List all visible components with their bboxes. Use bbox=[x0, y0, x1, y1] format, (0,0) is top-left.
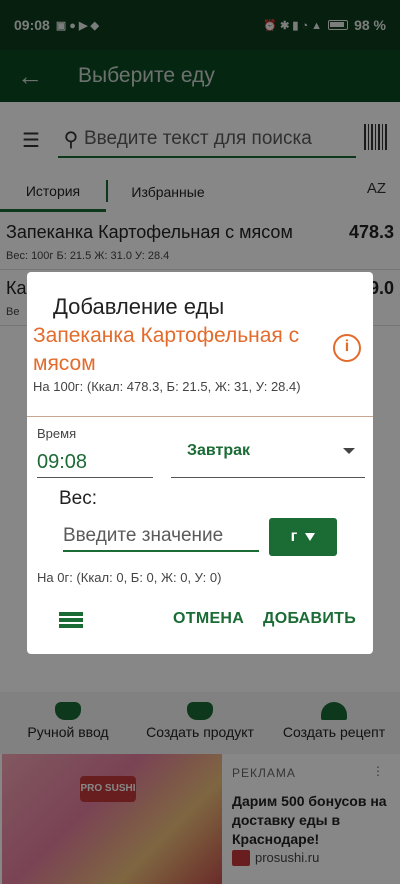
weight-input[interactable] bbox=[63, 522, 259, 552]
weight-label: Вес: bbox=[59, 488, 98, 509]
info-icon[interactable]: i bbox=[333, 334, 361, 362]
computed-nutrition: На 0г: (Ккал: 0, Б: 0, Ж: 0, У: 0) bbox=[37, 570, 222, 585]
menu-icon[interactable] bbox=[59, 612, 83, 628]
add-button[interactable]: ДОБАВИТЬ bbox=[263, 610, 356, 628]
dropdown-arrow-icon bbox=[305, 533, 316, 541]
meal-value: Завтрак bbox=[187, 442, 251, 459]
time-label: Время bbox=[37, 426, 77, 441]
unit-select-button[interactable]: г bbox=[269, 518, 337, 556]
meal-select[interactable]: Завтрак bbox=[171, 438, 365, 478]
add-food-dialog: Добавление еды Запеканка Картофельная с … bbox=[27, 272, 373, 654]
unit-label: г bbox=[290, 528, 298, 545]
dialog-food-name: Запеканка Картофельная с мясом bbox=[33, 324, 300, 375]
divider bbox=[27, 416, 373, 417]
time-field[interactable]: 09:08 bbox=[37, 448, 153, 478]
dialog-title: Добавление еды bbox=[53, 294, 225, 319]
cancel-button[interactable]: ОТМЕНА bbox=[173, 610, 244, 628]
per-100-nutrition: На 100г: (Ккал: 478.3, Б: 21.5, Ж: 31, У… bbox=[33, 379, 301, 394]
dropdown-arrow-icon bbox=[343, 448, 355, 454]
